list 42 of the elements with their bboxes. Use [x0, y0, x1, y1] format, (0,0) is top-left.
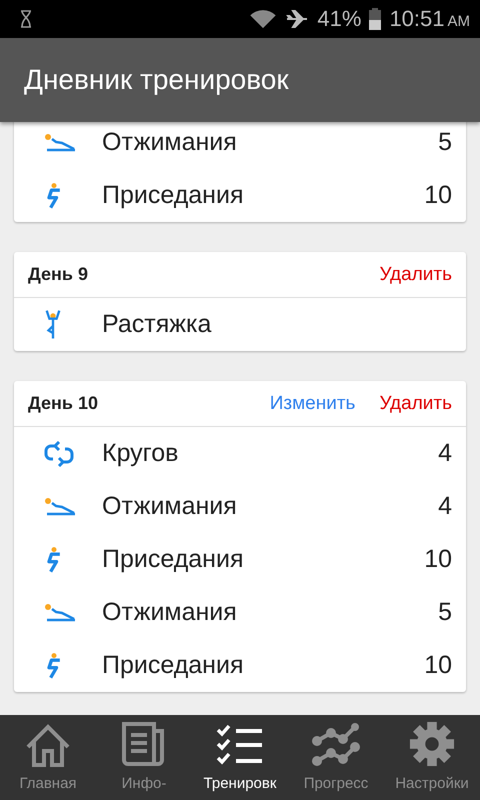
exercise-count: 4	[438, 439, 452, 468]
delete-link[interactable]: Удалить	[379, 264, 452, 286]
exercise-count: 4	[438, 492, 452, 521]
exercise-name: Отжимания	[102, 128, 237, 157]
nav-tab[interactable]: Настройки	[384, 715, 480, 800]
app-title: Дневник тренировок	[24, 64, 289, 96]
day-title: День 9	[28, 264, 88, 285]
exercise-count: 10	[424, 545, 452, 574]
home-icon	[24, 723, 72, 767]
line-graph-icon	[312, 723, 360, 767]
hourglass-icon	[20, 10, 32, 28]
exercise-name: Приседания	[102, 181, 244, 210]
exercise-count: 10	[424, 181, 452, 210]
clock-meridiem: AM	[448, 12, 470, 30]
edit-link[interactable]: Изменить	[270, 392, 356, 414]
exercise-name: Отжимания	[102, 598, 237, 627]
day-title: День 10	[28, 393, 98, 414]
nav-tab[interactable]: Инфо-	[96, 715, 192, 800]
exercise-count: 5	[438, 128, 452, 157]
exercise-count: 10	[424, 651, 452, 680]
battery-icon	[369, 8, 382, 30]
clock-time: 10:51	[389, 6, 444, 32]
repeat-icon	[44, 440, 74, 466]
airplane-icon	[285, 7, 310, 31]
exercise-name: Отжимания	[102, 492, 237, 521]
wifi-icon	[249, 9, 278, 29]
pushup-icon	[44, 132, 76, 152]
delete-link[interactable]: Удалить	[379, 392, 452, 414]
exercise-name: Растяжка	[102, 310, 212, 339]
checklist-icon	[216, 723, 264, 767]
nav-tab[interactable]: Тренировк	[192, 715, 288, 800]
exercise-count: 5	[438, 598, 452, 627]
exercise-name: Кругов	[102, 439, 178, 468]
nav-tab[interactable]: Прогресс	[288, 715, 384, 800]
battery-percent: 41%	[317, 6, 362, 32]
nav-tab[interactable]: Главная	[0, 715, 96, 800]
settings-icon	[409, 721, 455, 767]
exercise-name: Приседания	[102, 651, 244, 680]
pushup-icon	[44, 496, 76, 516]
exercise-name: Приседания	[102, 545, 244, 574]
pushup-icon	[44, 602, 76, 622]
stretch-icon	[44, 308, 62, 340]
